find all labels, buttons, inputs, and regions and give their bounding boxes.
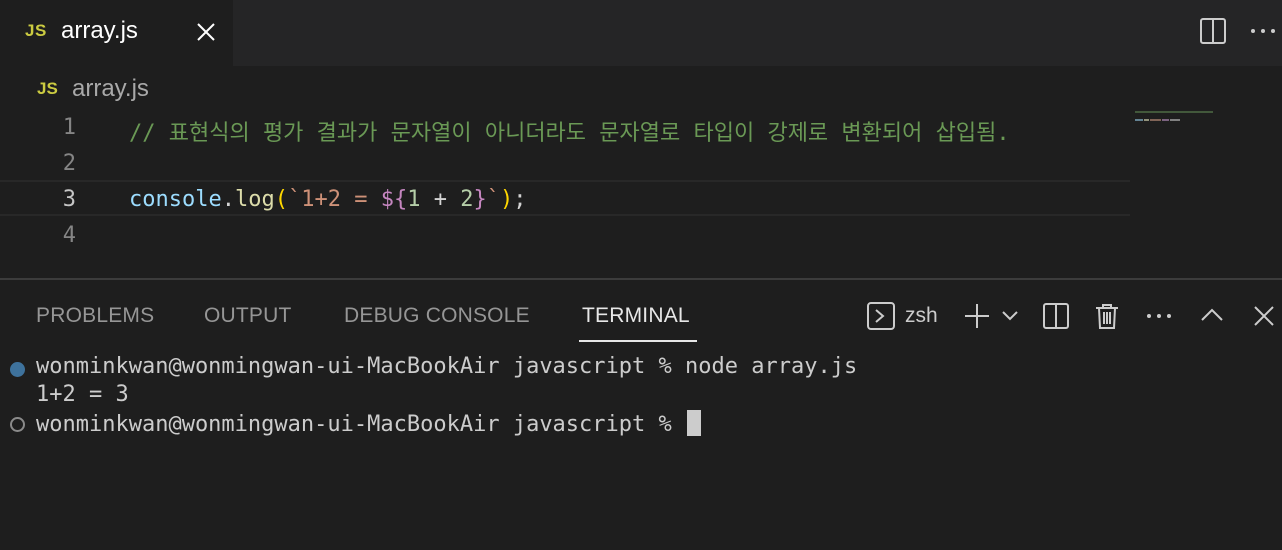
code-line: 2 [0,146,1130,182]
close-icon[interactable] [1252,301,1276,331]
command-pending-decoration[interactable] [10,417,25,432]
token-method: log [234,187,275,212]
terminal-shell-label[interactable]: zsh [905,304,938,328]
terminal-cursor [687,410,702,436]
js-file-icon: JS [37,79,58,98]
chevron-down-icon[interactable] [1000,301,1020,331]
token-string: 1+2 = [301,187,381,212]
code-line: 1 // 표현식의 평가 결과가 문자열이 아니더라도 문자열로 타입이 강제로… [0,110,1130,146]
active-tab-indicator [579,340,697,342]
split-editor-icon[interactable] [1199,17,1227,45]
tab-debug-console[interactable]: DEBUG CONSOLE [344,304,530,328]
token-paren: ) [499,187,514,212]
split-terminal-icon[interactable] [1042,301,1070,331]
tab-terminal[interactable]: TERMINAL [582,304,690,328]
token-template-open: ${ [380,187,408,212]
command-success-decoration[interactable] [10,362,25,377]
token-paren: ( [274,187,288,212]
more-actions-icon[interactable] [1146,301,1174,331]
token-backtick: ` [287,187,302,212]
token-console: console [129,187,222,212]
bottom-panel: PROBLEMS OUTPUT DEBUG CONSOLE TERMINAL z… [0,278,1282,550]
code-editor[interactable]: 1 // 표현식의 평가 결과가 문자열이 아니더라도 문자열로 타입이 강제로… [0,106,1282,278]
editor-tab-bar: JS array.js [0,0,1282,66]
line-number: 1 [62,115,76,140]
token-operator: + [420,187,461,212]
token-number: 1 [407,187,421,212]
plus-icon[interactable] [963,301,991,331]
code-comment: // 표현식의 평가 결과가 문자열이 아니더라도 문자열로 타입이 강제로 변… [129,121,1010,146]
breadcrumb-item-file[interactable]: array.js [72,75,149,103]
more-actions-icon[interactable] [1250,17,1278,45]
tab-output[interactable]: OUTPUT [204,304,292,328]
token-dot: . [221,187,235,212]
trash-icon[interactable] [1094,301,1120,331]
terminal-shell-icon[interactable] [866,301,896,331]
terminal-line: 1+2 = 3 [36,382,129,407]
token-backtick: ` [486,187,500,212]
code-line: 4 [0,218,1130,254]
tab-title: array.js [61,17,138,44]
token-number: 2 [460,187,474,212]
terminal-prompt: wonminkwan@wonmingwan-ui-MacBookAir java… [36,412,686,437]
terminal-prompt-line: wonminkwan@wonmingwan-ui-MacBookAir java… [36,410,702,437]
terminal-line: wonminkwan@wonmingwan-ui-MacBookAir java… [36,354,858,379]
code-statement: console.log(`1+2 = ${1 + 2}`); [129,187,526,212]
code-line-current: 3 console.log(`1+2 = ${1 + 2}`); [0,180,1130,216]
breadcrumb: JS array.js [0,66,1282,106]
line-number: 4 [62,223,76,248]
token-semicolon: ; [513,187,527,212]
close-icon[interactable] [194,20,218,44]
tab-problems[interactable]: PROBLEMS [36,304,154,328]
minimap[interactable] [1135,109,1215,123]
line-number: 2 [62,151,76,176]
tab-array-js[interactable]: JS array.js [0,0,233,66]
chevron-up-icon[interactable] [1199,301,1225,331]
line-number: 3 [62,187,76,212]
js-file-icon: JS [25,21,47,40]
token-template-close: } [473,187,487,212]
